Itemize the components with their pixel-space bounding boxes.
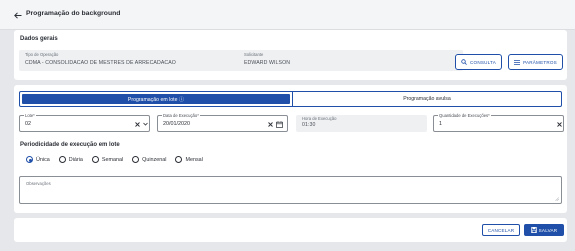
requester-value: EDWARD WILSON bbox=[244, 60, 291, 66]
notes-label: Observações bbox=[26, 181, 51, 186]
general-section-title: Dados gerais bbox=[20, 36, 58, 42]
search-icon bbox=[461, 59, 467, 65]
close-icon bbox=[267, 121, 273, 127]
lot-value: 02 bbox=[25, 121, 31, 127]
resize-handle-icon[interactable] bbox=[555, 197, 559, 201]
back-button[interactable] bbox=[12, 10, 23, 20]
calendar-icon bbox=[275, 120, 283, 128]
lot-label: Lote* bbox=[24, 113, 36, 118]
parameters-label: PARÂMETROS bbox=[523, 59, 557, 65]
radio-daily[interactable]: Diária bbox=[58, 156, 83, 163]
exec-count-value: 1 bbox=[439, 121, 442, 127]
exec-date-value: 20/01/2020 bbox=[163, 121, 190, 127]
radio-biweekly[interactable]: Quinzenal bbox=[132, 156, 166, 163]
requester-field: Solicitante EDWARD WILSON bbox=[238, 50, 463, 71]
radio-monthly-indicator bbox=[175, 156, 183, 163]
radio-monthly-label: Mensal bbox=[185, 156, 203, 163]
exec-date-label: Data de Execução* bbox=[162, 113, 200, 118]
tab-single-programming[interactable]: Programação avulsa bbox=[292, 92, 561, 106]
close-icon bbox=[556, 121, 562, 127]
cancel-button[interactable]: CANCELAR bbox=[482, 224, 520, 236]
exec-date-calendar-button[interactable] bbox=[275, 120, 283, 128]
radio-daily-label: Diária bbox=[68, 156, 83, 163]
exec-time-field: Hora de Execução 01:30 bbox=[296, 115, 427, 132]
periodicity-title: Periodicidade de execução em lote bbox=[20, 142, 120, 148]
radio-weekly-label: Semanal bbox=[101, 156, 124, 163]
exec-time-value: 01:30 bbox=[302, 122, 316, 128]
list-icon bbox=[514, 59, 521, 65]
tab-lot-programming[interactable]: Programação em lote ⓘ bbox=[22, 94, 290, 104]
save-label: SALVAR bbox=[538, 227, 558, 233]
exec-date-clear-button[interactable] bbox=[267, 121, 273, 127]
radio-unique-indicator bbox=[26, 156, 33, 163]
operation-type-label: Tipo de Operação bbox=[25, 52, 59, 57]
radio-biweekly-label: Quinzenal bbox=[142, 156, 167, 163]
exec-date-field[interactable]: Data de Execução* 20/01/2020 bbox=[157, 113, 288, 132]
parameters-button[interactable]: PARÂMETROS bbox=[508, 54, 563, 70]
operation-type-field: Tipo de Operação CDMA - CONSOLIDACAO DE … bbox=[19, 50, 244, 71]
programming-type-tabs: Programação em lote ⓘ Programação avulsa bbox=[19, 91, 562, 107]
requester-label: Solicitante bbox=[244, 52, 264, 57]
consult-button[interactable]: CONSULTA bbox=[455, 54, 502, 70]
cancel-label: CANCELAR bbox=[487, 227, 515, 233]
lot-dropdown-button[interactable] bbox=[142, 121, 148, 127]
arrow-left-icon bbox=[13, 11, 21, 19]
save-icon bbox=[530, 227, 537, 233]
page-title: Programação do background bbox=[26, 10, 121, 17]
exec-count-label: Quantidade de Execuções* bbox=[438, 113, 491, 118]
exec-count-field[interactable]: Quantidade de Execuções* 1 bbox=[433, 113, 564, 132]
radio-unique-label: Única bbox=[36, 156, 50, 163]
periodicity-radio-group: Única Diária Semanal Quinzenal Mensal bbox=[26, 156, 203, 163]
radio-unique[interactable]: Única bbox=[26, 156, 50, 163]
radio-biweekly-indicator bbox=[132, 156, 140, 163]
top-bar: Programação do background bbox=[0, 0, 575, 30]
consult-label: CONSULTA bbox=[470, 59, 496, 65]
lot-select[interactable]: Lote* 02 bbox=[19, 113, 150, 132]
exec-time-label: Hora de Execução bbox=[302, 116, 337, 121]
save-button[interactable]: SALVAR bbox=[524, 224, 564, 236]
radio-weekly[interactable]: Semanal bbox=[91, 156, 124, 163]
general-data-card: Dados gerais Tipo de Operação CDMA - CON… bbox=[14, 30, 567, 80]
radio-daily-indicator bbox=[58, 156, 66, 163]
lot-clear-button[interactable] bbox=[134, 121, 140, 127]
notes-textarea[interactable]: Observações bbox=[19, 176, 562, 204]
close-icon bbox=[134, 121, 140, 127]
exec-count-clear-button[interactable] bbox=[556, 121, 562, 127]
chevron-down-icon bbox=[142, 122, 148, 126]
radio-monthly[interactable]: Mensal bbox=[175, 156, 203, 163]
radio-weekly-indicator bbox=[91, 156, 99, 163]
operation-type-value: CDMA - CONSOLIDACAO DE MESTRES DE ARRECA… bbox=[25, 60, 176, 66]
